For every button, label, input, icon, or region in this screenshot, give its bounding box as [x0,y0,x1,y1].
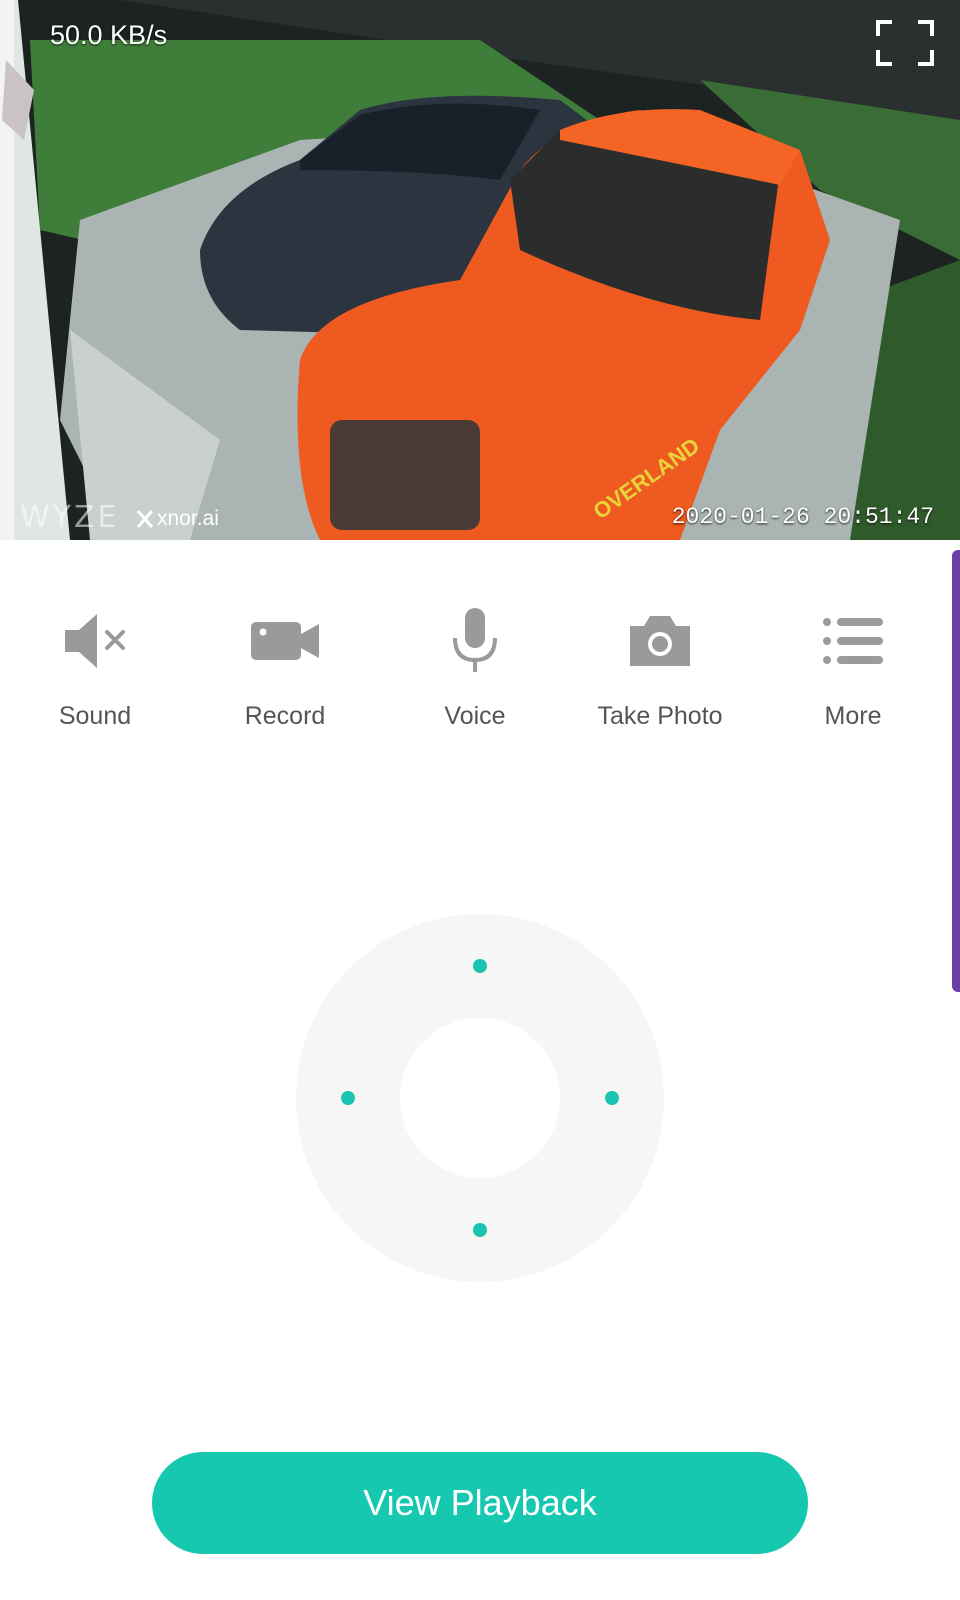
action-bar: Sound Record Voice Take Photo More [0,606,960,756]
microphone-icon [453,608,497,672]
sound-label: Sound [58,702,132,730]
pan-tilt-left[interactable] [341,1091,355,1105]
fullscreen-icon[interactable] [874,18,936,68]
pan-tilt-right[interactable] [605,1091,619,1105]
voice-label: Voice [444,702,506,730]
record-label: Record [244,702,326,730]
xnor-label: xnor.ai [157,507,219,530]
camera-scene-image: OVERLAND [0,0,960,540]
pan-tilt-center [400,1018,560,1178]
feed-timestamp: 2020-01-26 20:51:47 [671,504,934,530]
camera-icon [630,616,690,666]
more-button[interactable]: More [758,606,948,746]
pan-tilt-control[interactable] [296,914,664,1282]
voice-button[interactable]: Voice [380,606,570,746]
wyze-watermark: WYZE [20,500,120,535]
camera-live-feed[interactable]: OVERLAND 50.0 KB/s WYZE xnor.ai 2020-01-… [0,0,960,540]
video-camera-icon [251,622,319,660]
list-icon [823,618,883,664]
take-photo-button[interactable]: Take Photo [565,606,755,746]
bitrate-readout: 50.0 KB/s [50,20,168,50]
speaker-muted-icon [65,614,125,668]
take-photo-label: Take Photo [597,702,723,730]
more-label: More [824,702,882,730]
sound-button[interactable]: Sound [0,606,190,746]
xnor-watermark: xnor.ai [137,507,219,531]
record-button[interactable]: Record [190,606,380,746]
xnor-logo-icon [137,510,153,528]
view-playback-button[interactable]: View Playback [152,1452,808,1554]
pan-tilt-down[interactable] [473,1223,487,1237]
pan-tilt-up[interactable] [473,959,487,973]
